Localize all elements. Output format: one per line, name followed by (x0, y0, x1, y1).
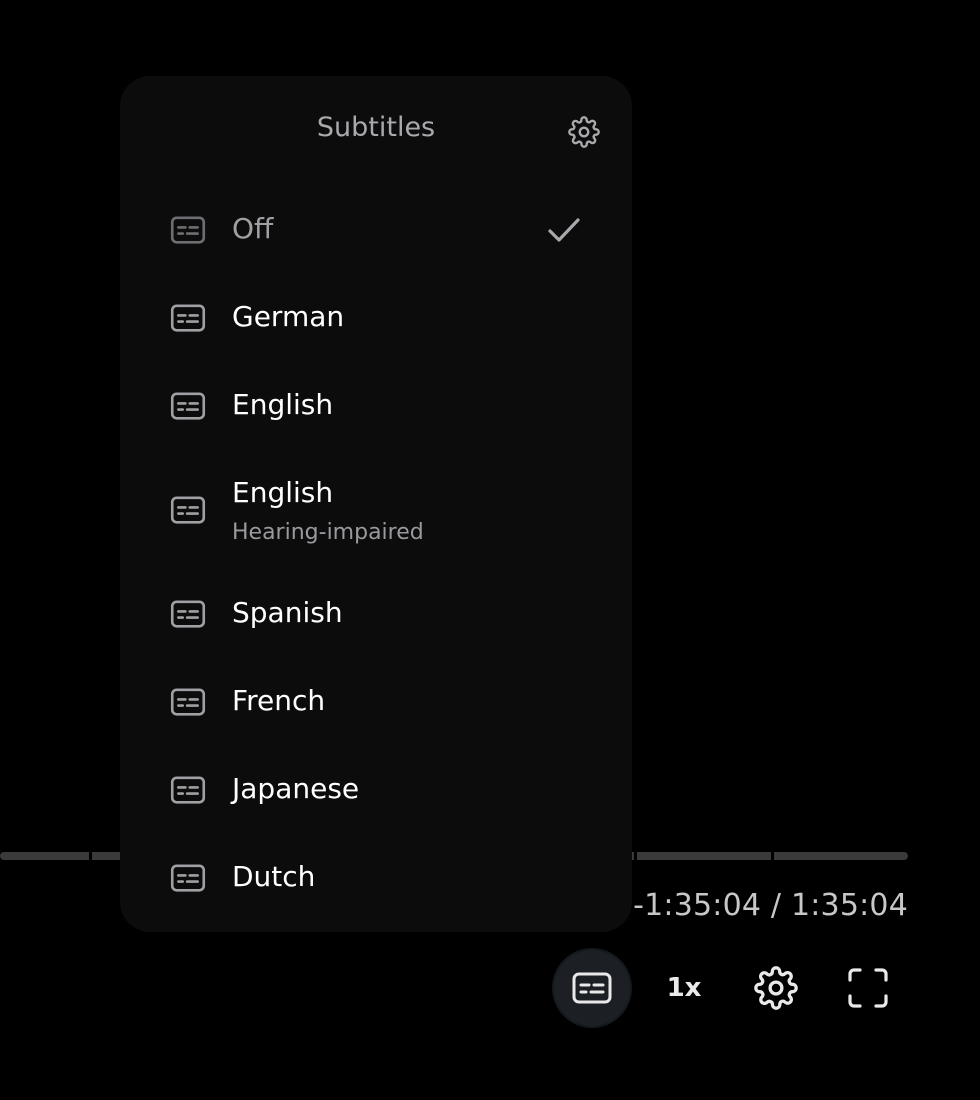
subtitle-option-dutch[interactable]: Dutch (120, 834, 632, 922)
subtitles-icon (170, 216, 206, 244)
time-display: -1:35:04 / 1:35:04 (633, 888, 908, 923)
settings-button[interactable] (746, 958, 806, 1018)
subtitle-settings-button[interactable] (566, 114, 602, 150)
subtitle-option-label: Dutch (232, 860, 316, 893)
chapter-marker (89, 852, 92, 860)
subtitle-option-sublabel: Hearing-impaired (232, 520, 424, 545)
subtitles-icon (572, 972, 612, 1004)
gear-icon (568, 116, 600, 148)
subtitle-option-label: Spanish (232, 596, 343, 629)
subtitle-option-english-hearing-impaired[interactable]: English Hearing-impaired (120, 450, 632, 570)
subtitles-menu-title: Subtitles (316, 112, 436, 143)
subtitles-icon (170, 864, 206, 892)
subtitles-menu-header: Subtitles (120, 76, 632, 186)
subtitle-option-label: Japanese (232, 772, 360, 805)
subtitles-menu: Subtitles Off German English English Hea… (120, 76, 632, 932)
subtitle-option-label: English (232, 388, 334, 421)
playback-speed-button[interactable]: 1x (648, 960, 720, 1016)
subtitles-list: Off German English English Hearing-impai… (120, 186, 632, 922)
subtitle-option-label: German (232, 300, 345, 333)
chapter-marker (771, 852, 774, 860)
subtitles-icon (170, 392, 206, 420)
subtitle-option-english[interactable]: English (120, 362, 632, 450)
fullscreen-button[interactable] (838, 958, 898, 1018)
chapter-marker (634, 852, 637, 860)
subtitle-option-label: French (232, 684, 326, 717)
subtitles-icon (170, 496, 206, 524)
subtitles-icon (170, 776, 206, 804)
subtitles-icon (170, 688, 206, 716)
checkmark-icon (546, 214, 582, 246)
subtitles-button[interactable] (554, 950, 630, 1026)
subtitle-option-japanese[interactable]: Japanese (120, 746, 632, 834)
subtitle-option-spanish[interactable]: Spanish (120, 570, 632, 658)
subtitle-option-german[interactable]: German (120, 274, 632, 362)
subtitles-icon (170, 304, 206, 332)
gear-icon (754, 966, 798, 1010)
subtitle-option-off[interactable]: Off (120, 186, 632, 274)
subtitle-option-label: Off (232, 212, 274, 245)
subtitle-option-french[interactable]: French (120, 658, 632, 746)
subtitles-icon (170, 600, 206, 628)
subtitle-option-label: English (232, 476, 334, 509)
fullscreen-icon (847, 967, 889, 1009)
